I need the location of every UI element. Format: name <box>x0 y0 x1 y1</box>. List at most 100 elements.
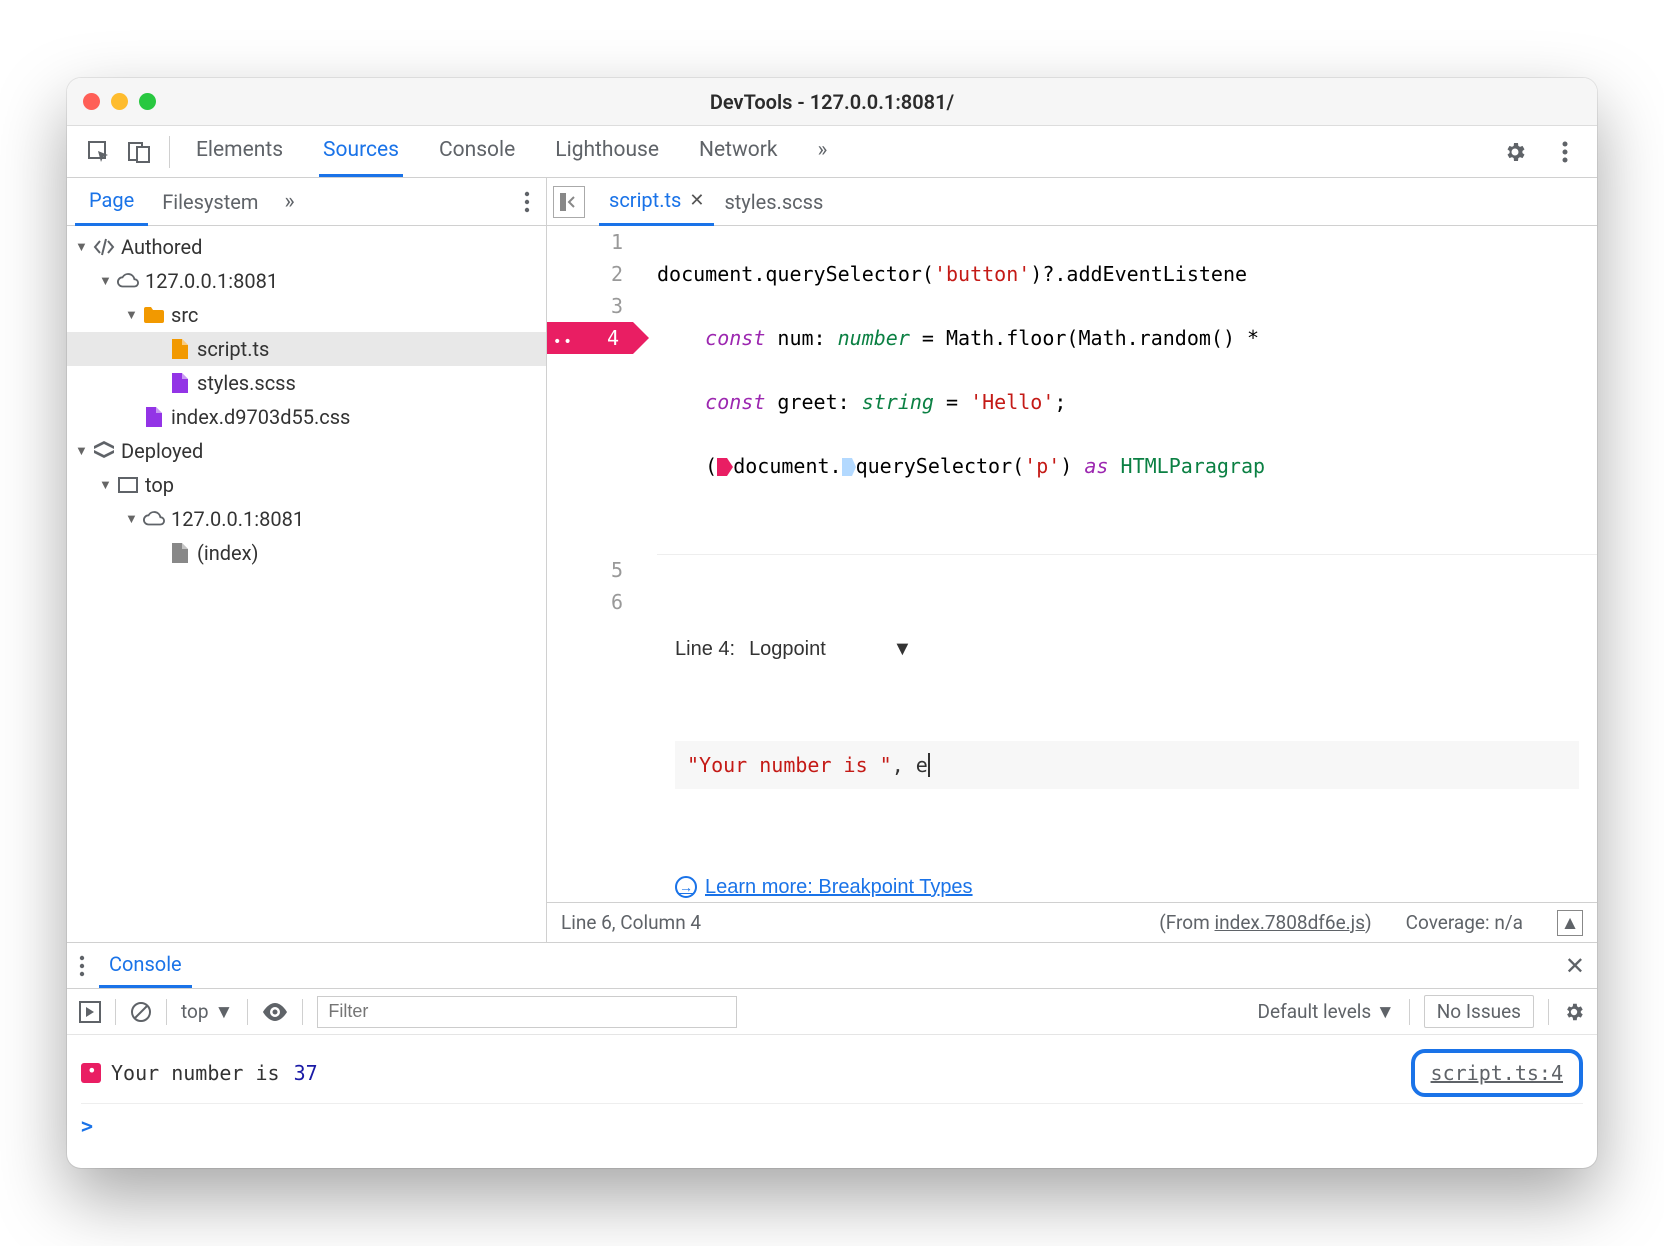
editor-statusbar: Line 6, Column 4 (From index.7808df6e.js… <box>547 902 1597 942</box>
console-prompt[interactable]: > <box>81 1104 1583 1148</box>
editor-pane: script.ts ✕ styles.scss 1 2 3 4 5 6 docum… <box>547 178 1597 942</box>
sidebar-tab-page[interactable]: Page <box>75 177 148 226</box>
tab-elements[interactable]: Elements <box>192 126 287 177</box>
file-icon <box>169 542 191 564</box>
source-map-link[interactable]: index.7808df6e.js <box>1215 911 1366 934</box>
console-drawer: Console ✕ top ▼ Default levels ▼ No Issu… <box>67 942 1597 1168</box>
line-number[interactable]: 1 <box>547 226 623 258</box>
tree-styles-scss[interactable]: styles.scss <box>67 366 546 400</box>
sidebar-tab-filesystem[interactable]: Filesystem <box>148 179 272 225</box>
main-area: Page Filesystem » ▼Authored ▼127.0.0.1:8… <box>67 178 1597 942</box>
close-drawer-icon[interactable]: ✕ <box>1565 952 1585 980</box>
inspect-element-icon[interactable] <box>79 132 119 172</box>
console-header: Console ✕ <box>67 943 1597 989</box>
log-source-link[interactable]: script.ts:4 <box>1411 1049 1583 1097</box>
logpoint-marker[interactable]: 4 <box>547 322 633 354</box>
kebab-menu-icon[interactable] <box>1545 132 1585 172</box>
logpoint-line-label: Line 4: <box>675 633 735 665</box>
log-text: Your number is <box>111 1061 280 1085</box>
logpoint-expression-input[interactable]: "Your number is ", e <box>675 741 1579 789</box>
more-tabs-icon[interactable]: » <box>814 126 832 177</box>
source-map-from: (From index.7808df6e.js) <box>1159 911 1371 934</box>
tree-src[interactable]: ▼src <box>67 298 546 332</box>
tree-label: Deployed <box>121 439 203 463</box>
tab-sources[interactable]: Sources <box>319 126 403 177</box>
tree-label: (index) <box>197 541 259 565</box>
close-window-button[interactable] <box>83 93 100 110</box>
titlebar: DevTools - 127.0.0.1:8081/ <box>67 78 1597 126</box>
learn-more-link[interactable]: →Learn more: Breakpoint Types <box>675 871 1579 902</box>
drawer-kebab-icon[interactable] <box>79 955 85 977</box>
code-content[interactable]: document.querySelector('button')?.addEve… <box>633 226 1597 902</box>
sidebar-more-icon[interactable]: » <box>284 189 294 214</box>
line-number[interactable]: 6 <box>547 586 623 618</box>
console-settings-gear-icon[interactable] <box>1563 1001 1585 1023</box>
tree-label: src <box>171 303 198 327</box>
tree-index-css[interactable]: index.d9703d55.css <box>67 400 546 434</box>
gutter[interactable]: 1 2 3 4 5 6 <box>547 226 633 902</box>
tab-console[interactable]: Console <box>435 126 519 177</box>
tree-label: script.ts <box>197 337 269 361</box>
console-toolbar: top ▼ Default levels ▼ No Issues <box>67 989 1597 1035</box>
filter-input[interactable] <box>317 996 737 1028</box>
clear-console-icon[interactable] <box>130 1001 152 1023</box>
issues-button[interactable]: No Issues <box>1424 995 1534 1028</box>
tree-script-ts[interactable]: script.ts <box>67 332 546 366</box>
logpoint-badge-icon <box>81 1063 101 1083</box>
traffic-lights <box>83 93 156 110</box>
frame-icon <box>117 474 139 496</box>
sidebar-kebab-icon[interactable] <box>524 191 530 213</box>
tab-network[interactable]: Network <box>695 126 782 177</box>
log-value: 37 <box>294 1061 318 1085</box>
code-icon <box>93 236 115 258</box>
editor-tab-script[interactable]: script.ts ✕ <box>599 177 714 226</box>
collapse-icon[interactable]: ▲ <box>1557 910 1583 936</box>
line-number[interactable]: 3 <box>547 290 623 322</box>
device-toggle-icon[interactable] <box>119 132 159 172</box>
editor-tab-styles[interactable]: styles.scss <box>714 179 833 225</box>
line-number[interactable]: 2 <box>547 258 623 290</box>
code-editor[interactable]: 1 2 3 4 5 6 document.querySelector('butt… <box>547 226 1597 902</box>
context-selector[interactable]: top ▼ <box>181 1000 233 1024</box>
editor-tabs: script.ts ✕ styles.scss <box>547 178 1597 226</box>
live-expression-icon[interactable] <box>262 1003 288 1021</box>
tree-label: 127.0.0.1:8081 <box>171 507 304 531</box>
arrow-right-icon: → <box>675 876 697 898</box>
maximize-window-button[interactable] <box>139 93 156 110</box>
tab-lighthouse[interactable]: Lighthouse <box>551 126 663 177</box>
toggle-nav-icon[interactable] <box>553 186 585 218</box>
close-tab-icon[interactable]: ✕ <box>689 190 704 211</box>
logpoint-editor: Line 4: Logpoint ▼ "Your number is ", e … <box>657 554 1597 902</box>
log-message[interactable]: Your number is 37 script.ts:4 <box>81 1043 1583 1104</box>
log-levels-select[interactable]: Default levels ▼ <box>1258 1000 1395 1024</box>
sources-sidebar: Page Filesystem » ▼Authored ▼127.0.0.1:8… <box>67 178 547 942</box>
cloud-icon <box>117 270 139 292</box>
window-title: DevTools - 127.0.0.1:8081/ <box>67 90 1597 114</box>
console-tab[interactable]: Console <box>99 943 192 988</box>
tree-index[interactable]: (index) <box>67 536 546 570</box>
line-number[interactable]: 5 <box>547 554 623 586</box>
tree-label: 127.0.0.1:8081 <box>145 269 278 293</box>
main-toolbar: Elements Sources Console Lighthouse Netw… <box>67 126 1597 178</box>
settings-gear-icon[interactable] <box>1495 132 1535 172</box>
tab-label: styles.scss <box>724 190 823 214</box>
file-tree: ▼Authored ▼127.0.0.1:8081 ▼src script.ts… <box>67 226 546 942</box>
file-icon <box>169 372 191 394</box>
minimize-window-button[interactable] <box>111 93 128 110</box>
tree-deployed[interactable]: ▼Deployed <box>67 434 546 468</box>
file-icon <box>143 406 165 428</box>
coverage-label: Coverage: n/a <box>1406 911 1523 934</box>
console-body: Your number is 37 script.ts:4 > <box>67 1035 1597 1168</box>
sidebar-tabs: Page Filesystem » <box>67 178 546 226</box>
tree-label: index.d9703d55.css <box>171 405 350 429</box>
tree-host[interactable]: ▼127.0.0.1:8081 <box>67 264 546 298</box>
devtools-window: DevTools - 127.0.0.1:8081/ Elements Sour… <box>67 78 1597 1168</box>
tree-host2[interactable]: ▼127.0.0.1:8081 <box>67 502 546 536</box>
tab-label: script.ts <box>609 188 681 212</box>
tree-top[interactable]: ▼top <box>67 468 546 502</box>
folder-icon <box>143 304 165 326</box>
execution-context-icon[interactable] <box>79 1001 101 1023</box>
tree-authored[interactable]: ▼Authored <box>67 230 546 264</box>
breakpoint-type-select[interactable]: Logpoint ▼ <box>749 633 912 665</box>
separator <box>169 136 170 168</box>
